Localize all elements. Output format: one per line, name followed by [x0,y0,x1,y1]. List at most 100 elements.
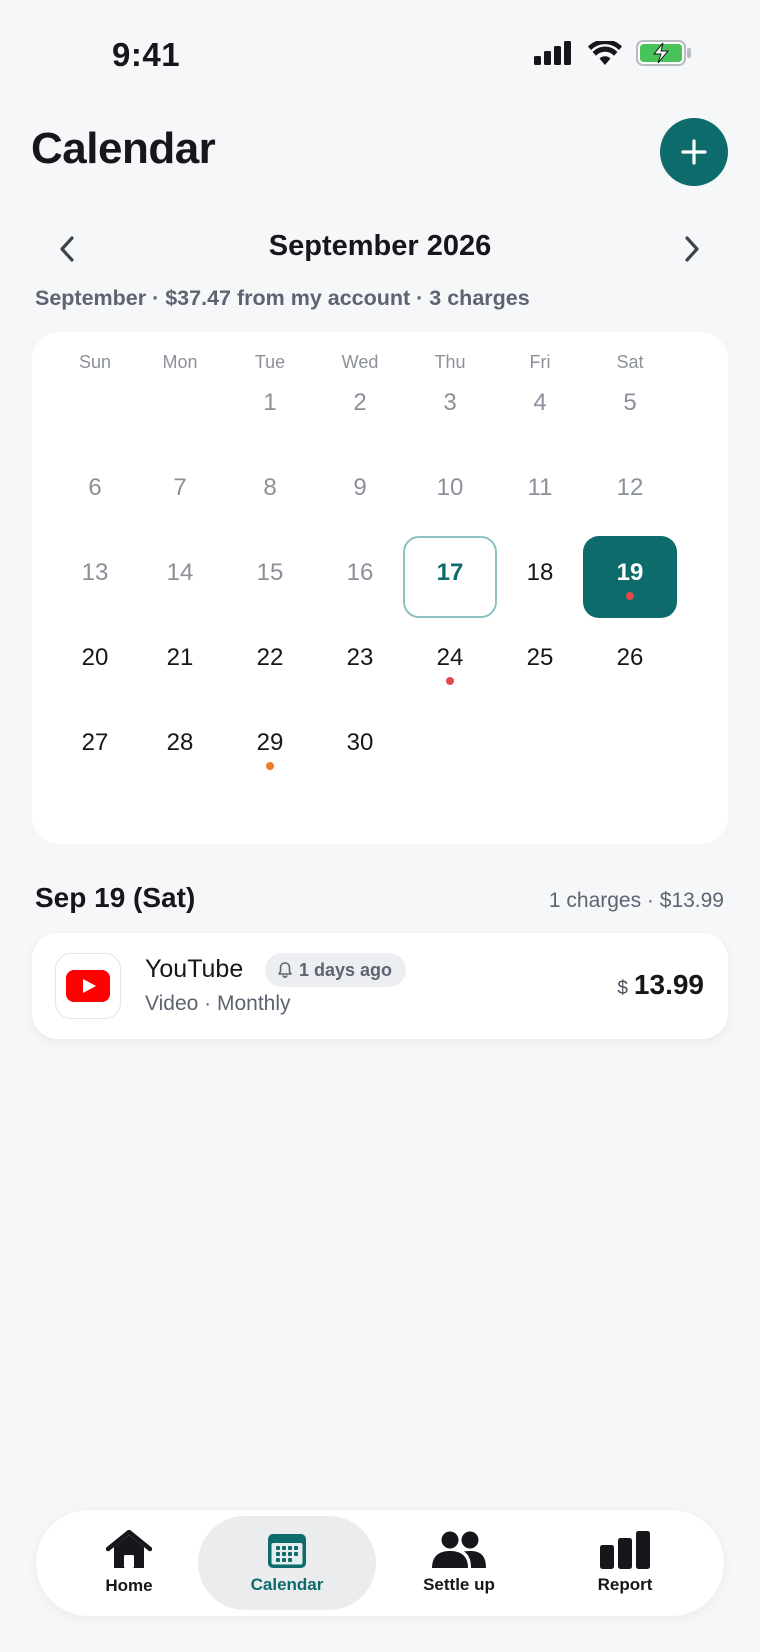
tab-label-settle-up: Settle up [423,1575,495,1594]
calendar-day-number: 19 [616,559,644,586]
calendar-day[interactable]: 22 [223,621,317,703]
tab-label-calendar: Calendar [250,1575,324,1594]
calendar-day[interactable]: 14 [133,536,227,618]
calendar-day[interactable]: 27 [48,706,142,788]
calendar-day-number: 21 [166,644,194,671]
battery-charging-icon [636,40,691,66]
calendar-day[interactable]: 1 [223,366,317,448]
signal-icon [534,41,571,65]
calendar-day[interactable]: 25 [493,621,587,703]
calendar-day-number: 27 [81,729,109,756]
charge-subtitle: Video · Monthly [145,992,291,1015]
status-time: 9:41 [112,36,181,73]
amount-value: 13.99 [633,969,704,1000]
calendar-day[interactable]: 3 [403,366,497,448]
calendar-day[interactable]: 6 [48,451,142,533]
calendar-day[interactable]: 9 [313,451,407,533]
weekday-label: Sun [78,352,112,372]
month-summary: September · $37.47 from my account · 3 c… [35,286,530,310]
calendar-day[interactable]: 16 [313,536,407,618]
calendar-day[interactable]: 21 [133,621,227,703]
calendar-day[interactable]: 28 [133,706,227,788]
calendar-day[interactable]: 20 [48,621,142,703]
calendar-day-number: 6 [88,474,102,501]
calendar-day[interactable]: 10 [403,451,497,533]
month-title: September 2026 [268,230,492,262]
bar-chart-icon [600,1531,650,1569]
calendar-day[interactable]: 26 [583,621,677,703]
calendar-day[interactable]: 30 [313,706,407,788]
people-icon [432,1531,486,1568]
calendar-day[interactable]: 23 [313,621,407,703]
calendar-day-number: 2 [353,389,367,416]
next-month-button[interactable] [670,227,714,271]
calendar-day[interactable]: 11 [493,451,587,533]
calendar-day[interactable]: 4 [493,366,587,448]
tab-label-report: Report [597,1575,653,1594]
calendar-day-number: 15 [256,559,284,586]
calendar-day[interactable]: 8 [223,451,317,533]
calendar-day-number: 9 [353,474,367,501]
charge-item[interactable]: YouTube 1 days ago Video · Monthly $ 13.… [32,933,728,1039]
add-button[interactable] [660,118,728,186]
calendar-grid: Sun Mon Tue Wed Thu Fri Sat 1 2 3 4 5 6 7 8 9 10 11 12 13 1… [32,332,728,844]
calendar-day-number: 10 [436,474,464,501]
calendar-day-number: 11 [527,474,553,501]
calendar-day-number: 26 [616,644,644,671]
calendar-day-number: 16 [346,559,374,586]
tab-label-home: Home [105,1576,153,1595]
tab-calendar[interactable]: Calendar [198,1516,376,1610]
bell-icon [278,962,292,978]
calendar-icon [268,1534,306,1568]
calendar-day[interactable]: 17 [403,536,497,618]
calendar-day-number: 3 [443,389,457,416]
tab-settle-up[interactable]: Settle up [370,1516,548,1610]
selected-day-summary: 1 charges · $13.99 [548,889,724,912]
calendar-day-number: 12 [616,474,644,501]
reminder-text: 1 days ago [299,959,393,980]
calendar-day-number: 14 [166,559,194,586]
calendar-day-number: 5 [623,389,637,416]
calendar-day-number: 28 [166,729,194,756]
reminder-badge: 1 days ago [265,953,407,987]
calendar-day-number: 20 [81,644,109,671]
calendar-day-number: 7 [173,474,187,501]
tab-home[interactable]: Home [40,1516,218,1610]
charge-indicator-dot [626,592,634,600]
calendar-day-number: 30 [346,729,374,756]
weekday-label: Mon [162,352,198,372]
calendar-day-number: 23 [346,644,374,671]
charge-indicator-dot [266,762,274,770]
calendar-day[interactable]: 5 [583,366,677,448]
calendar-day[interactable]: 19 [583,536,677,618]
calendar-day[interactable]: 12 [583,451,677,533]
wifi-icon [588,41,622,65]
youtube-logo-icon [55,953,121,1019]
calendar-day[interactable]: 15 [223,536,317,618]
home-icon [106,1530,152,1568]
selected-day-title: Sep 19 (Sat) [35,882,196,913]
calendar-day-number: 24 [436,644,464,671]
status-icons [534,40,692,66]
calendar-day-number: 1 [263,389,277,416]
currency-symbol: $ [617,978,628,999]
calendar-day[interactable]: 29 [223,706,317,788]
bottom-tab-bar: Home Calendar Settle up Report [36,1510,724,1616]
calendar-day-number: 22 [256,644,284,671]
calendar-day[interactable]: 13 [48,536,142,618]
tab-report[interactable]: Report [536,1516,714,1610]
calendar-day[interactable]: 2 [313,366,407,448]
plus-icon [681,139,707,165]
calendar-day-number: 25 [526,644,554,671]
charge-indicator-dot [446,677,454,685]
calendar-day-number: 29 [256,729,284,756]
calendar-day[interactable]: 18 [493,536,587,618]
calendar-day[interactable]: 7 [133,451,227,533]
calendar-day-number: 8 [263,474,277,501]
chevron-right-icon [685,236,699,262]
calendar-day[interactable]: 24 [403,621,497,703]
calendar-day-number: 17 [436,559,464,586]
page-title: Calendar [31,124,216,173]
charge-name: YouTube [145,955,244,983]
charge-amount: $ 13.99 [617,969,704,1001]
